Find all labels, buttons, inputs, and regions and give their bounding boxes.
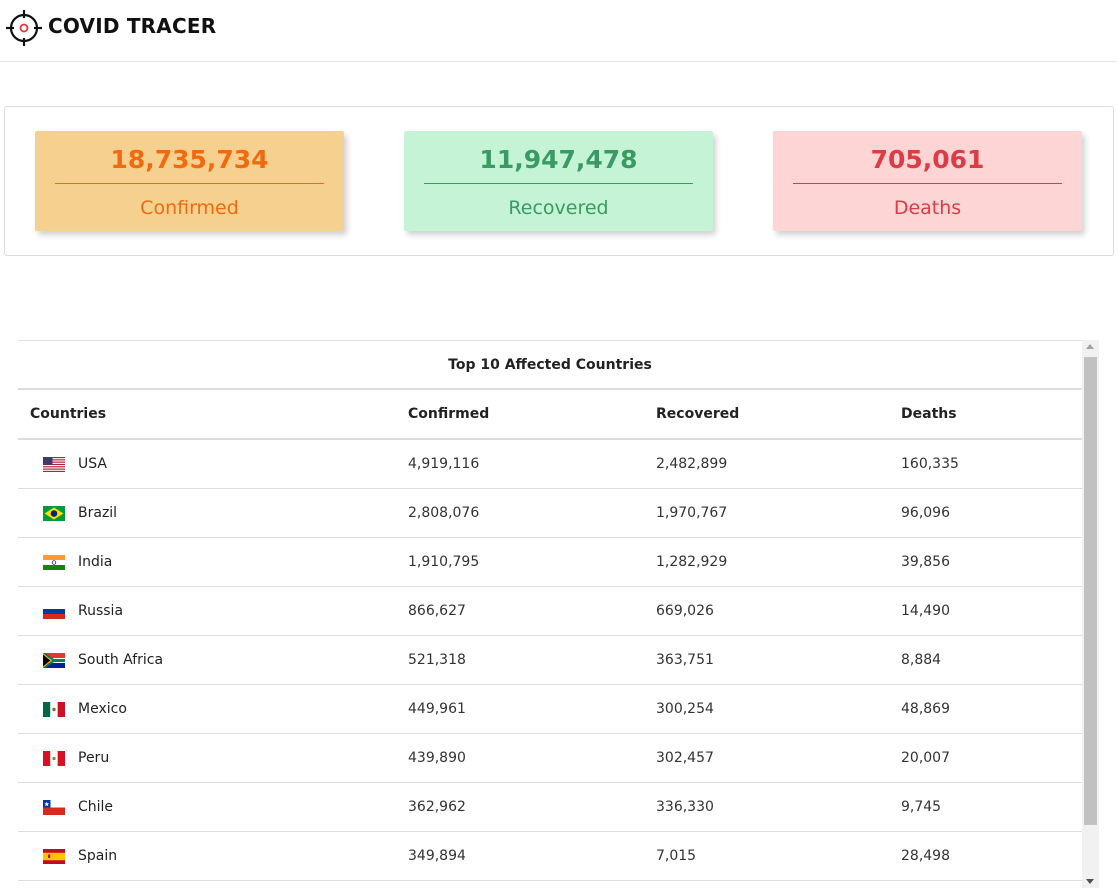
country-name: Chile (78, 799, 114, 815)
table-scrollbar[interactable] (1082, 340, 1099, 888)
table-title: Top 10 Affected Countries (18, 340, 1082, 390)
header-confirmed: Confirmed (408, 406, 490, 422)
za-flag-icon (43, 653, 65, 668)
stats-panel: 18,735,734 Confirmed 11,947,478 Recovere… (4, 106, 1114, 256)
recovered-divider (424, 183, 693, 184)
top-navbar: COVID TRACER (0, 0, 1117, 62)
header-deaths: Deaths (901, 406, 957, 422)
scroll-thumb[interactable] (1084, 357, 1097, 825)
header-recovered: Recovered (656, 406, 740, 422)
recovered-cell: 7,015 (656, 848, 697, 864)
recovered-cell: 336,330 (656, 799, 714, 815)
deaths-cell: 96,096 (901, 505, 950, 521)
cl-flag-icon (43, 800, 65, 815)
confirmed-cell: 2,808,076 (408, 505, 480, 521)
country-name: USA (78, 456, 107, 472)
confirmed-cell: 439,890 (408, 750, 466, 766)
deaths-label: Deaths (893, 197, 962, 219)
table-row: India 1,910,795 1,282,929 39,856 (18, 538, 1082, 587)
scroll-up-arrow-icon[interactable] (1086, 344, 1094, 349)
deaths-card: 705,061 Deaths (773, 131, 1082, 231)
table-row: Chile 362,962 336,330 9,745 (18, 783, 1082, 832)
recovered-cell: 1,282,929 (656, 554, 728, 570)
recovered-cell: 302,457 (656, 750, 714, 766)
confirmed-cell: 1,910,795 (408, 554, 480, 570)
confirmed-divider (55, 183, 324, 184)
in-flag-icon (43, 555, 65, 570)
confirmed-count: 18,735,734 (110, 145, 269, 174)
country-name: Spain (78, 848, 118, 864)
table-body: USA 4,919,116 2,482,899 160,335 Brazil 2… (18, 440, 1082, 881)
table-row: South Africa 521,318 363,751 8,884 (18, 636, 1082, 685)
es-flag-icon (43, 849, 65, 864)
recovered-count: 11,947,478 (479, 145, 638, 174)
table-row: Spain 349,894 7,015 28,498 (18, 832, 1082, 881)
confirmed-cell: 362,962 (408, 799, 466, 815)
header-countries: Countries (30, 406, 107, 422)
recovered-label: Recovered (508, 197, 609, 219)
brand-title[interactable]: COVID TRACER (48, 14, 216, 38)
country-name: Brazil (78, 505, 118, 521)
confirmed-card: 18,735,734 Confirmed (35, 131, 344, 231)
deaths-cell: 39,856 (901, 554, 950, 570)
table-header-row: Countries Confirmed Recovered Deaths (18, 390, 1082, 440)
confirmed-cell: 866,627 (408, 603, 466, 619)
table-row: Mexico 449,961 300,254 48,869 (18, 685, 1082, 734)
scroll-down-arrow-icon[interactable] (1086, 879, 1094, 884)
deaths-cell: 14,490 (901, 603, 950, 619)
table-row: Peru 439,890 302,457 20,007 (18, 734, 1082, 783)
deaths-count: 705,061 (870, 145, 985, 174)
country-name: Peru (78, 750, 110, 766)
recovered-cell: 2,482,899 (656, 456, 728, 472)
deaths-cell: 9,745 (901, 799, 942, 815)
country-name: India (78, 554, 113, 570)
mx-flag-icon (43, 702, 65, 717)
recovered-cell: 300,254 (656, 701, 714, 717)
confirmed-cell: 449,961 (408, 701, 466, 717)
table-row: Brazil 2,808,076 1,970,767 96,096 (18, 489, 1082, 538)
confirmed-cell: 349,894 (408, 848, 466, 864)
country-name: Russia (78, 603, 124, 619)
br-flag-icon (43, 506, 65, 521)
us-flag-icon (43, 457, 65, 472)
country-name: South Africa (78, 652, 164, 668)
recovered-cell: 1,970,767 (656, 505, 728, 521)
deaths-cell: 8,884 (901, 652, 942, 668)
ru-flag-icon (43, 604, 65, 619)
deaths-cell: 160,335 (901, 456, 959, 472)
confirmed-cell: 4,919,116 (408, 456, 480, 472)
country-name: Mexico (78, 701, 127, 717)
crosshair-target-icon[interactable] (6, 10, 42, 46)
deaths-cell: 48,869 (901, 701, 950, 717)
table-row: USA 4,919,116 2,482,899 160,335 (18, 440, 1082, 489)
recovered-cell: 669,026 (656, 603, 714, 619)
deaths-cell: 28,498 (901, 848, 950, 864)
table-row: Russia 866,627 669,026 14,490 (18, 587, 1082, 636)
recovered-card: 11,947,478 Recovered (404, 131, 713, 231)
deaths-divider (793, 183, 1062, 184)
pe-flag-icon (43, 751, 65, 766)
countries-table: Top 10 Affected Countries Countries Conf… (18, 340, 1100, 888)
deaths-cell: 20,007 (901, 750, 950, 766)
recovered-cell: 363,751 (656, 652, 714, 668)
confirmed-label: Confirmed (140, 197, 239, 219)
confirmed-cell: 521,318 (408, 652, 466, 668)
